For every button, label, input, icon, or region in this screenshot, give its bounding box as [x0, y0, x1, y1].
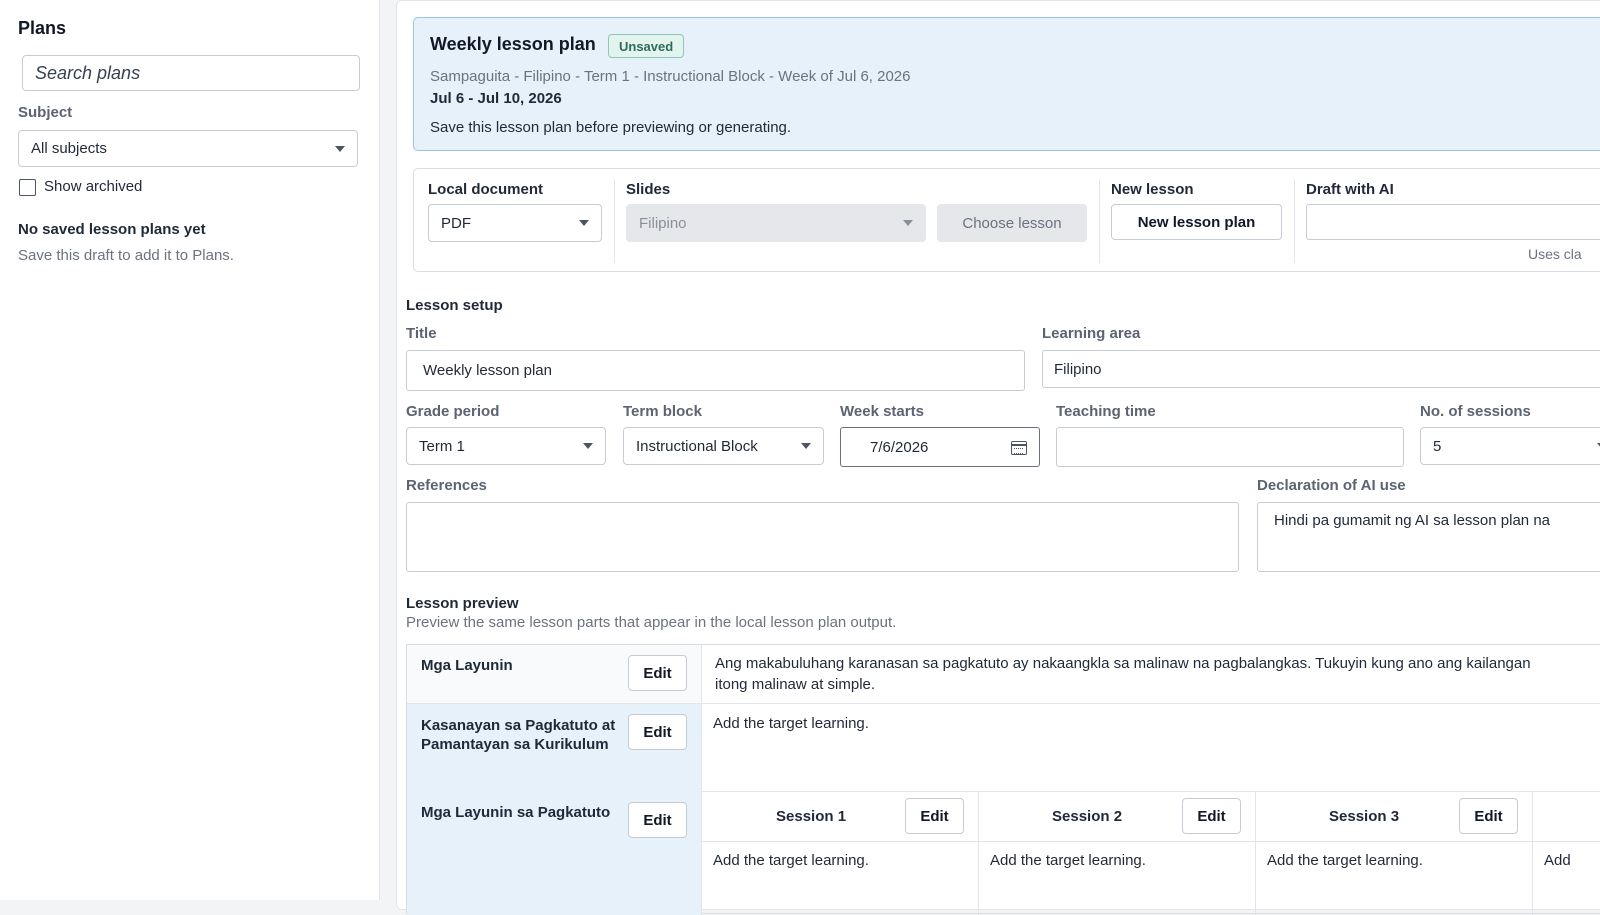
session-1-title: Session 1	[776, 808, 847, 825]
row-content-mga-layunin-line2: itong malinaw at simple.	[715, 676, 876, 693]
subject-select-value: All subjects	[31, 140, 107, 157]
ai-declaration-textarea[interactable]: Hindi pa gumamit ng AI sa lesson plan na	[1257, 502, 1600, 572]
title-label: Title	[406, 325, 437, 342]
chevron-down-icon	[335, 145, 345, 152]
show-archived-checkbox[interactable]	[19, 179, 36, 196]
local-document-value: PDF	[441, 214, 471, 232]
new-lesson-plan-button[interactable]: New lesson plan	[1111, 204, 1282, 240]
empty-state-subtitle: Save this draft to add it to Plans.	[18, 247, 234, 264]
week-starts-label: Week starts	[840, 403, 924, 420]
date-range: Jul 6 - Jul 10, 2026	[430, 90, 562, 107]
chevron-down-icon	[903, 220, 913, 226]
week-starts-date-input[interactable]: 7/6/2026	[840, 427, 1040, 467]
edit-button-session-1[interactable]: Edit	[905, 798, 964, 834]
draft-with-ai-label: Draft with AI	[1306, 181, 1394, 198]
row-label-layunin-sa-pagkatuto: Mga Layunin sa Pagkatuto	[421, 804, 611, 821]
learning-area-label: Learning area	[1042, 325, 1141, 342]
edit-button-kasanayan[interactable]: Edit	[628, 714, 687, 750]
toolbar-panel: Local document PDF Slides Filipino Choos…	[413, 168, 1600, 272]
chevron-down-icon	[583, 443, 593, 449]
slides-value: Filipino	[639, 214, 687, 232]
ai-declaration-label: Declaration of AI use	[1257, 477, 1406, 494]
session-4-content: Add	[1544, 852, 1571, 869]
edit-button-layunin-sa-pagkatuto[interactable]: Edit	[628, 802, 687, 838]
lesson-plan-banner: Weekly lesson plan Unsaved Sampaguita - …	[413, 17, 1600, 151]
search-input[interactable]	[22, 55, 360, 91]
title-field[interactable]: Weekly lesson plan	[406, 350, 1025, 391]
term-block-label: Term block	[623, 403, 702, 420]
sessions-value: 5	[1433, 437, 1442, 455]
session-2-title: Session 2	[1052, 808, 1123, 825]
learning-area-field[interactable]: Filipino	[1042, 350, 1600, 388]
slides-label: Slides	[626, 181, 671, 198]
grade-period-label: Grade period	[406, 403, 500, 420]
subject-label: Subject	[18, 104, 73, 121]
lesson-preview-heading: Lesson preview	[406, 595, 519, 612]
new-lesson-label: New lesson	[1111, 181, 1194, 198]
grade-period-select[interactable]: Term 1	[406, 427, 606, 465]
breadcrumb: Sampaguita - Filipino - Term 1 - Instruc…	[430, 68, 911, 85]
row-content-kasanayan: Add the target learning.	[713, 715, 869, 732]
save-notice: Save this lesson plan before previewing …	[430, 119, 792, 136]
sessions-select[interactable]: 5	[1420, 427, 1600, 465]
references-label: References	[406, 477, 487, 494]
choose-lesson-button[interactable]: Choose lesson	[937, 204, 1087, 242]
plans-sidebar: Plans Subject All subjects Show archived…	[0, 0, 380, 900]
lesson-plan-editor: Weekly lesson plan Unsaved Sampaguita - …	[396, 0, 1600, 915]
empty-state-title: No saved lesson plans yet	[18, 221, 206, 238]
term-block-value: Instructional Block	[636, 437, 758, 455]
session-3-title: Session 3	[1329, 808, 1400, 825]
sidebar-title: Plans	[18, 18, 67, 38]
chevron-down-icon	[579, 220, 589, 226]
grade-period-value: Term 1	[419, 437, 465, 455]
term-block-select[interactable]: Instructional Block	[623, 427, 824, 465]
teaching-time-label: Teaching time	[1056, 403, 1156, 420]
lesson-preview-table: Mga Layunin Edit Ang makabuluhang karana…	[406, 644, 1600, 915]
chevron-down-icon	[801, 443, 811, 449]
edit-button-mga-layunin[interactable]: Edit	[628, 655, 687, 691]
teaching-time-field[interactable]	[1056, 427, 1404, 467]
session-3-content: Add the target learning.	[1267, 852, 1423, 869]
draft-with-ai-note: Uses cla	[1528, 246, 1582, 262]
row-label-kasanayan-line2: Pamantayan sa Kurikulum	[421, 736, 609, 753]
sessions-label: No. of sessions	[1420, 403, 1531, 420]
local-document-label: Local document	[428, 181, 544, 198]
slides-select[interactable]: Filipino	[626, 204, 926, 242]
row-label-mga-layunin: Mga Layunin	[421, 657, 513, 674]
row-label-kasanayan-line1: Kasanayan sa Pagkatuto at	[421, 717, 616, 734]
edit-button-session-2[interactable]: Edit	[1182, 798, 1241, 834]
page-title: Weekly lesson plan	[430, 34, 596, 54]
show-archived-label: Show archived	[44, 178, 143, 195]
lesson-preview-subtitle: Preview the same lesson parts that appea…	[406, 614, 897, 631]
session-1-content: Add the target learning.	[713, 852, 869, 869]
session-2-content: Add the target learning.	[990, 852, 1146, 869]
status-badge: Unsaved	[608, 34, 685, 58]
edit-button-session-3[interactable]: Edit	[1459, 798, 1518, 834]
references-textarea[interactable]	[406, 502, 1239, 572]
subject-select[interactable]: All subjects	[18, 130, 358, 167]
row-content-mga-layunin-line1: Ang makabuluhang karanasan sa pagkatuto …	[715, 655, 1531, 672]
local-document-select[interactable]: PDF	[428, 204, 602, 242]
week-starts-value: 7/6/2026	[870, 438, 929, 456]
lesson-setup-heading: Lesson setup	[406, 297, 503, 314]
calendar-icon[interactable]	[1011, 441, 1027, 455]
draft-with-ai-input[interactable]	[1306, 204, 1600, 240]
